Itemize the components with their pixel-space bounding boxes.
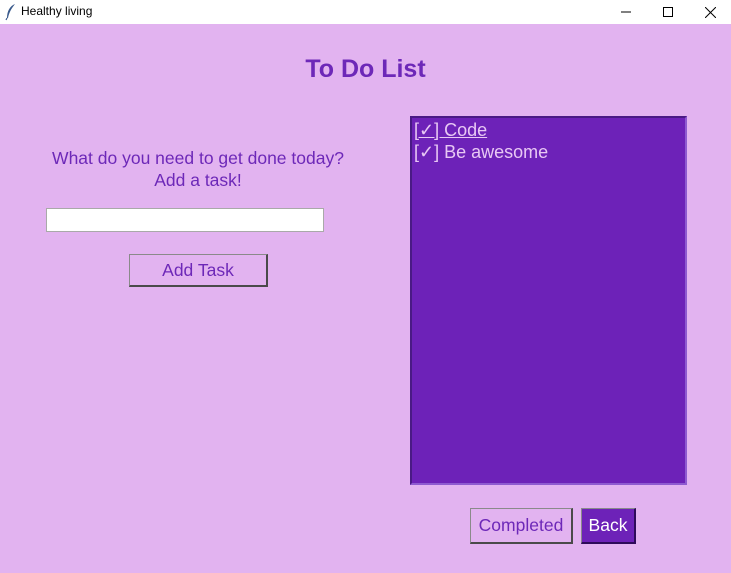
minimize-icon [621,7,631,17]
close-icon [704,6,716,18]
window-titlebar: Healthy living [0,0,731,24]
task-prompt: What do you need to get done today? Add … [28,147,368,191]
add-task-button[interactable]: Add Task [129,254,268,287]
list-item[interactable]: [✓] Be awesome [413,141,685,163]
task-input[interactable] [46,208,324,232]
minimize-button[interactable] [605,0,647,24]
feather-icon [5,3,17,21]
task-list[interactable]: [✓] Code [✓] Be awesome [410,116,687,485]
maximize-icon [663,7,673,17]
close-button[interactable] [689,0,731,24]
page-title: To Do List [305,55,426,83]
main-content: To Do List What do you need to get done … [0,24,731,573]
prompt-line-2: Add a task! [154,170,242,190]
window-title: Healthy living [21,4,93,18]
list-item[interactable]: [✓] Code [413,119,685,141]
completed-button[interactable]: Completed [470,508,573,544]
back-button[interactable]: Back [581,508,636,544]
prompt-line-1: What do you need to get done today? [52,148,344,168]
maximize-button[interactable] [647,0,689,24]
